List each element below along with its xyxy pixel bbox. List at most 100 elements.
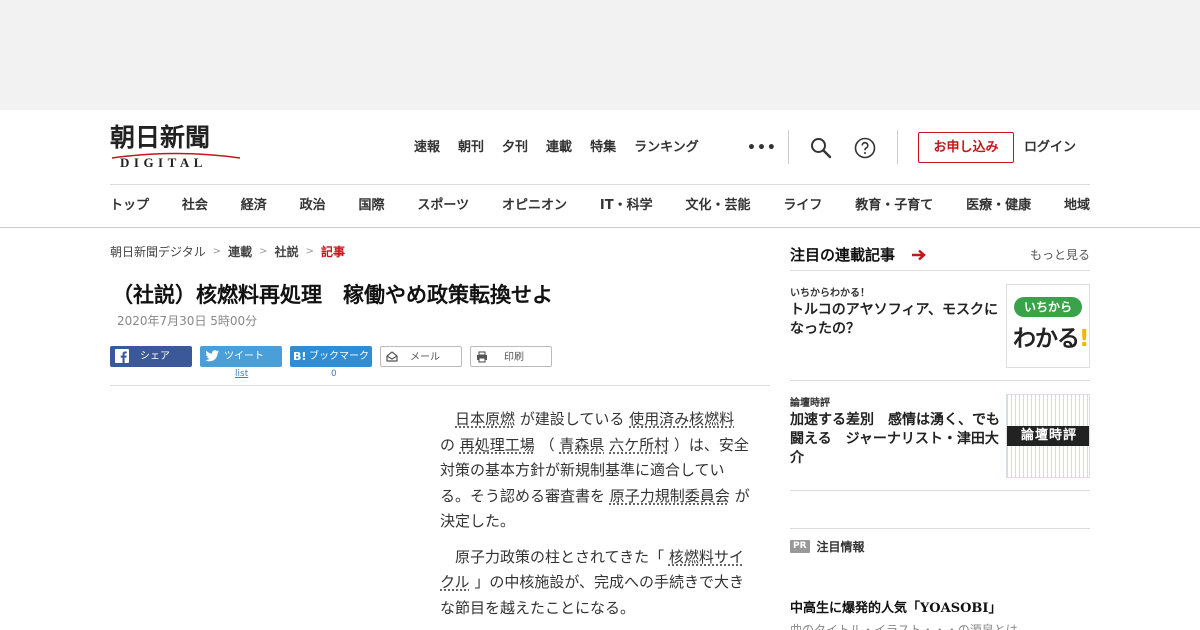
breadcrumb-series[interactable]: 連載 — [228, 243, 252, 260]
hatena-bookmark-button[interactable]: B! ブックマーク — [290, 346, 372, 367]
top-navigation: 速報 朝刊 夕刊 連載 特集 ランキング — [414, 138, 717, 158]
topnav-evening[interactable]: 夕刊 — [502, 138, 528, 158]
hatena-bookmark-label: ブックマーク — [309, 351, 369, 362]
catnav-top[interactable]: トップ — [110, 196, 149, 216]
body-text: 原子力政策の柱とされてきた「 — [455, 547, 669, 566]
facebook-share-label: シェア — [140, 351, 170, 362]
sidebar-article-title: 加速する差別 感情は湧く、でも闘える ジャーナリスト・津田大介 — [790, 412, 1000, 466]
thumb-badge: いちから — [1014, 297, 1082, 317]
logo-kanji: 朝日新聞 — [110, 123, 211, 152]
sidebar-article-title: トルコのアヤソフィア、モスクになったの？ — [790, 302, 999, 337]
breadcrumb: 朝日新聞デジタル > 連載 > 社説 > 記事 — [110, 243, 345, 259]
sidebar-article-category: 論壇時評 — [790, 398, 830, 409]
catnav-opinion[interactable]: オピニオン — [502, 196, 567, 216]
site-logo[interactable]: 朝日新聞 DIGITAL — [110, 124, 242, 170]
help-icon[interactable] — [853, 136, 877, 160]
promo-header: PR 注目情報 — [790, 538, 865, 554]
catnav-politics[interactable]: 政治 — [300, 196, 326, 216]
search-icon[interactable] — [809, 136, 833, 160]
topnav-features[interactable]: 特集 — [590, 138, 616, 158]
facebook-share-button[interactable]: シェア — [110, 346, 192, 367]
sidebar-divider — [790, 490, 1090, 491]
twitter-share-button[interactable]: ツイート — [200, 346, 282, 367]
logo-digital: DIGITAL — [120, 155, 207, 170]
breadcrumb-separator: > — [305, 245, 314, 257]
body-text: が建設している — [515, 410, 630, 428]
sidebar-divider — [790, 380, 1090, 381]
catnav-economy[interactable]: 経済 — [241, 196, 267, 216]
twitter-share-count[interactable]: list — [235, 369, 248, 379]
promo-subtext[interactable]: 曲のタイトル・イラスト・・・の源泉とは — [790, 622, 1018, 630]
category-navigation: トップ 社会 経済 政治 国際 スポーツ オピニオン IT・科学 文化・芸能 ラ… — [110, 196, 1090, 216]
promo-divider — [790, 528, 1090, 529]
promo-label: 注目情報 — [816, 539, 865, 554]
print-button[interactable]: 印刷 — [470, 346, 552, 367]
sidebar-more-link[interactable]: もっと見る — [1030, 247, 1090, 263]
thumb-text: わかる! — [1013, 319, 1089, 353]
sidebar-article-thumbnail: 論壇時評 — [1006, 394, 1090, 478]
keyword-link[interactable]: 原子力規制委員会 — [610, 487, 730, 505]
login-link[interactable]: ログイン — [1024, 138, 1076, 158]
sidebar-heading[interactable]: 注目の連載記事 — [790, 244, 895, 266]
breadcrumb-home[interactable]: 朝日新聞デジタル — [110, 243, 206, 260]
print-label: 印刷 — [504, 352, 524, 363]
catnav-life[interactable]: ライフ — [783, 196, 822, 216]
catnav-health[interactable]: 医療・健康 — [966, 196, 1031, 216]
ad-banner-area — [0, 0, 1200, 110]
keyword-link[interactable]: 日本原燃 — [455, 410, 515, 428]
sidebar-article-thumbnail: いちから わかる! — [1006, 284, 1090, 368]
mail-share-button[interactable]: メール — [380, 346, 462, 367]
breadcrumb-separator: > — [259, 245, 268, 257]
twitter-share-label: ツイート — [224, 351, 264, 362]
breadcrumb-separator: > — [212, 245, 222, 257]
catnav-it-science[interactable]: IT・科学 — [600, 196, 653, 216]
site-header: 朝日新聞 DIGITAL 速報 朝刊 夕刊 連載 特集 ランキング ••• お申… — [0, 110, 1200, 228]
catnav-international[interactable]: 国際 — [359, 196, 385, 216]
facebook-icon — [115, 349, 129, 363]
sidebar-article[interactable]: いちからわかる！ トルコのアヤソフィア、モスクになったの？ いちから わかる! — [790, 284, 1090, 368]
keyword-link[interactable]: 六ケ所村 — [609, 436, 669, 454]
article-paragraph: 日本原燃 が建設している 使用済み核燃料 の 再処理工場 （ 青森県 六ケ所村 … — [440, 407, 752, 535]
catnav-sports[interactable]: スポーツ — [417, 196, 469, 216]
body-text: の — [440, 435, 460, 454]
header-rule — [110, 184, 1090, 185]
arrow-right-icon[interactable] — [911, 248, 927, 262]
body-text: （ — [534, 435, 560, 454]
topnav-series[interactable]: 連載 — [546, 138, 572, 158]
breadcrumb-editorial[interactable]: 社説 — [275, 243, 299, 260]
mail-share-label: メール — [410, 352, 440, 363]
keyword-link[interactable]: 青森県 — [559, 436, 604, 454]
mail-icon — [386, 351, 398, 362]
hatena-bookmark-count: 0 — [331, 369, 337, 379]
article-body: 日本原燃 が建設している 使用済み核燃料 の 再処理工場 （ 青森県 六ケ所村 … — [440, 407, 752, 630]
thumb-exclaim: ! — [1079, 326, 1089, 352]
topnav-morning[interactable]: 朝刊 — [458, 138, 484, 158]
promo-headline[interactable]: 中高生に爆発的人気「YOASOBI」 — [790, 600, 1001, 618]
subscribe-button[interactable]: お申し込み — [918, 132, 1014, 163]
catnav-education[interactable]: 教育・子育て — [855, 196, 933, 216]
catnav-culture[interactable]: 文化・芸能 — [685, 196, 750, 216]
sidebar-article[interactable]: 論壇時評 加速する差別 感情は湧く、でも闘える ジャーナリスト・津田大介 論壇時… — [790, 394, 1090, 478]
share-divider — [110, 385, 770, 386]
catnav-local[interactable]: 地域 — [1064, 196, 1090, 216]
article-paragraph: 原子力政策の柱とされてきた「 核燃料サイクル 」の中核施設が、完成への手続きで大… — [440, 545, 752, 622]
header-divider — [897, 130, 898, 164]
print-icon — [477, 351, 487, 363]
topnav-breaking[interactable]: 速報 — [414, 138, 440, 158]
pr-badge: PR — [790, 539, 810, 553]
thumb-text-main: わかる — [1013, 326, 1080, 352]
keyword-link[interactable]: 再処理工場 — [460, 436, 535, 454]
twitter-icon — [205, 350, 219, 362]
topnav-ranking[interactable]: ランキング — [634, 138, 699, 158]
breadcrumb-current: 記事 — [320, 244, 345, 259]
hatena-b-icon: B! — [293, 350, 307, 363]
body-text: 」の中核施設が、完成への手続きで大きな節目を越えたことになる。 — [440, 573, 745, 617]
article-date: 2020年7月30日 5時00分 — [117, 314, 258, 328]
sidebar-divider — [790, 270, 1090, 271]
header-divider — [788, 130, 789, 164]
catnav-society[interactable]: 社会 — [182, 196, 208, 216]
keyword-link[interactable]: 使用済み核燃料 — [629, 410, 734, 428]
article-title: （社説）核燃料再処理 稼働やめ政策転換せよ — [112, 283, 553, 307]
sidebar-article-category: いちからわかる！ — [790, 288, 870, 299]
more-menu-button[interactable]: ••• — [747, 138, 777, 158]
